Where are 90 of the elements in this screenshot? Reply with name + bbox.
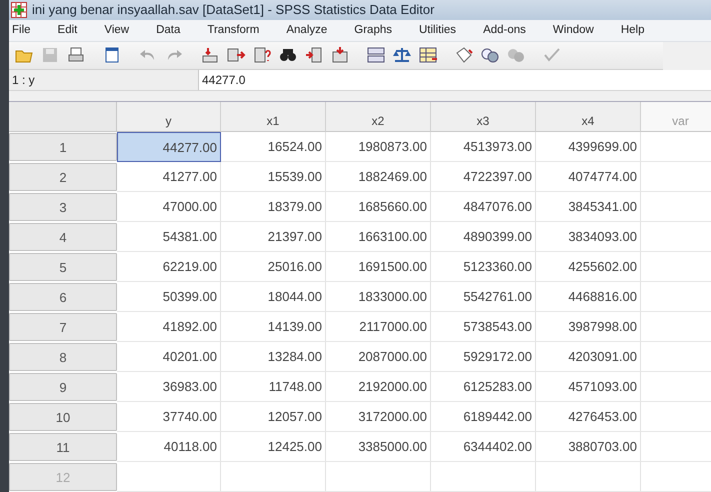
table-cell[interactable]: 54381.00 — [117, 222, 221, 252]
table-cell[interactable]: 47000.00 — [117, 192, 221, 222]
table-cell[interactable]: 4890399.00 — [431, 222, 536, 252]
menu-item[interactable]: Analyze — [285, 24, 336, 36]
menu-item[interactable]: View — [103, 24, 138, 36]
table-cell[interactable]: 1833000.00 — [326, 282, 431, 312]
row-header[interactable]: 8 — [9, 343, 117, 372]
table-cell[interactable]: 1882469.00 — [326, 162, 431, 192]
table-cell[interactable]: 15539.00 — [221, 162, 326, 192]
table-cell[interactable]: 4468816.00 — [536, 282, 641, 312]
table-cell[interactable]: 5929172.00 — [431, 342, 536, 372]
table-cell[interactable]: 36983.00 — [117, 372, 221, 402]
menu-item[interactable]: Window — [552, 24, 603, 36]
table-cell[interactable]: 4722397.00 — [431, 162, 536, 192]
table-cell[interactable]: 6125283.00 — [431, 372, 536, 402]
app-icon — [11, 2, 27, 18]
table-cell[interactable]: 2192000.00 — [326, 372, 431, 402]
table-cell[interactable]: 13284.00 — [221, 342, 326, 372]
menu-item[interactable]: Add-ons — [482, 24, 535, 36]
table-cell[interactable]: 62219.00 — [117, 252, 221, 282]
row-header[interactable]: 11 — [9, 433, 117, 462]
table-cell[interactable]: 4074774.00 — [536, 162, 641, 192]
table-cell[interactable]: 14139.00 — [221, 312, 326, 342]
table-cell[interactable]: 21397.00 — [221, 222, 326, 252]
row-header[interactable]: 2 — [9, 163, 117, 192]
row-header[interactable]: 1 — [9, 133, 117, 162]
table-cell[interactable]: 40118.00 — [117, 432, 221, 462]
column-header[interactable]: x4 — [536, 102, 641, 132]
table-cell[interactable]: 3172000.00 — [326, 402, 431, 432]
row-header[interactable]: 10 — [9, 403, 117, 432]
empty-cell[interactable] — [221, 462, 326, 492]
cell-reference: 1 : y — [9, 70, 199, 90]
row-header[interactable]: 5 — [9, 253, 117, 282]
empty-cell[interactable] — [536, 462, 641, 492]
table-cell[interactable]: 1663100.00 — [326, 222, 431, 252]
row-header[interactable]: 7 — [9, 313, 117, 342]
table-cell[interactable]: 41277.00 — [117, 162, 221, 192]
table-cell[interactable]: 25016.00 — [221, 252, 326, 282]
row-header[interactable]: 6 — [9, 283, 117, 312]
menu-item[interactable]: Edit — [56, 24, 86, 36]
table-cell[interactable]: 5738543.00 — [431, 312, 536, 342]
table-cell[interactable]: 5123360.00 — [431, 252, 536, 282]
column-header[interactable]: x2 — [326, 102, 431, 132]
table-cell[interactable]: 40201.00 — [117, 342, 221, 372]
table-cell[interactable]: 16524.00 — [221, 132, 326, 162]
table-cell[interactable]: 11748.00 — [221, 372, 326, 402]
table-cell[interactable]: 2117000.00 — [326, 312, 431, 342]
table-cell[interactable]: 4399699.00 — [536, 132, 641, 162]
row-header[interactable]: 9 — [9, 373, 117, 402]
empty-cell[interactable] — [326, 462, 431, 492]
table-cell[interactable]: 3834093.00 — [536, 222, 641, 252]
table-cell[interactable]: 4255602.00 — [536, 252, 641, 282]
column-header[interactable]: x1 — [221, 102, 326, 132]
table-cell[interactable]: 5542761.00 — [431, 282, 536, 312]
table-cell[interactable]: 6189442.00 — [431, 402, 536, 432]
row-header[interactable]: 4 — [9, 223, 117, 252]
table-cell[interactable]: 3385000.00 — [326, 432, 431, 462]
table-cell[interactable]: 41892.00 — [117, 312, 221, 342]
table-cell[interactable]: 4847076.00 — [431, 192, 536, 222]
table-cell[interactable]: 4203091.00 — [536, 342, 641, 372]
table-cell[interactable]: 50399.00 — [117, 282, 221, 312]
table-cell[interactable]: 4513973.00 — [431, 132, 536, 162]
table-cell[interactable]: 3880703.00 — [536, 432, 641, 462]
table-cell[interactable]: 1691500.00 — [326, 252, 431, 282]
menu-item[interactable]: Transform — [206, 24, 268, 36]
table-cell[interactable]: 4276453.00 — [536, 402, 641, 432]
column-header[interactable]: x3 — [431, 102, 536, 132]
table-cell[interactable]: 3987998.00 — [536, 312, 641, 342]
table-cell[interactable]: 44277.00 — [117, 132, 221, 162]
table-cell[interactable]: 2087000.00 — [326, 342, 431, 372]
menu-item[interactable]: Graphs — [353, 24, 401, 36]
table-cell[interactable]: 12425.00 — [221, 432, 326, 462]
menu-item[interactable]: Data — [155, 24, 190, 36]
table-cell[interactable]: 12057.00 — [221, 402, 326, 432]
column-header[interactable]: y — [117, 102, 221, 132]
row-header[interactable]: 3 — [9, 193, 117, 222]
table-cell[interactable]: 18379.00 — [221, 192, 326, 222]
table-cell[interactable]: 18044.00 — [221, 282, 326, 312]
table-cell[interactable]: 1980873.00 — [326, 132, 431, 162]
table-cell[interactable]: 37740.00 — [117, 402, 221, 432]
empty-cell[interactable] — [431, 462, 536, 492]
menu-item[interactable]: File — [11, 24, 40, 36]
menu-item[interactable]: Help — [620, 24, 654, 36]
menu-item[interactable]: Utilities — [418, 24, 466, 36]
table-cell[interactable]: 1685660.00 — [326, 192, 431, 222]
cell-value-field[interactable]: 44277.0 — [199, 70, 711, 90]
table-cell[interactable]: 3845341.00 — [536, 192, 641, 222]
window-title: ini yang benar insyaallah.sav [DataSet1] - SPSS Statistics Data Editor — [32, 2, 434, 18]
table-cell[interactable]: 6344402.00 — [431, 432, 536, 462]
table-cell[interactable]: 4571093.00 — [536, 372, 641, 402]
